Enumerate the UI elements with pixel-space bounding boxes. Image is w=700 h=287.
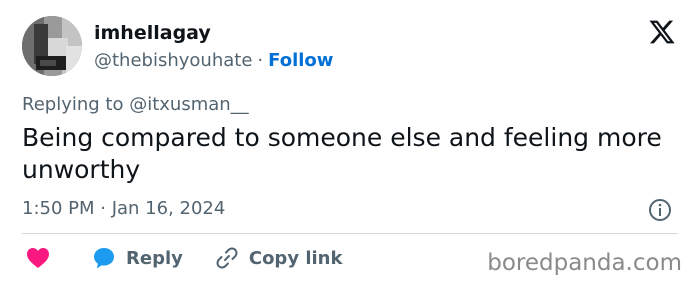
speech-bubble-icon <box>94 248 114 269</box>
avatar[interactable] <box>22 16 82 76</box>
heart-icon <box>27 248 49 268</box>
handle-row: @thebishyouhate · Follow <box>94 50 333 71</box>
action-bar: Reply Copy link <box>22 246 342 270</box>
divider <box>22 233 678 234</box>
reply-label: Reply <box>126 247 183 269</box>
copy-link-label: Copy link <box>248 247 343 269</box>
link-icon <box>216 247 238 269</box>
info-icon[interactable] <box>648 198 672 222</box>
tweet-card: imhellagay @thebishyouhate · Follow Replyi… <box>0 0 700 287</box>
like-button[interactable] <box>26 247 50 269</box>
tweet-text: Being compared to someone else and feeli… <box>22 123 662 184</box>
author-handle[interactable]: @thebishyouhate <box>94 50 252 71</box>
follow-button[interactable]: Follow <box>268 50 333 71</box>
avatar-photo <box>22 16 82 76</box>
author-name[interactable]: imhellagay <box>94 22 211 44</box>
watermark: boredpanda.com <box>487 250 682 276</box>
replying-to[interactable]: Replying to @itxusman__ <box>22 94 249 115</box>
timestamp[interactable]: 1:50 PM · Jan 16, 2024 <box>22 198 225 219</box>
x-logo-icon[interactable] <box>648 18 676 46</box>
reply-button[interactable]: Reply <box>92 246 183 270</box>
separator: · <box>257 50 264 71</box>
copy-link-button[interactable]: Copy link <box>215 246 343 270</box>
